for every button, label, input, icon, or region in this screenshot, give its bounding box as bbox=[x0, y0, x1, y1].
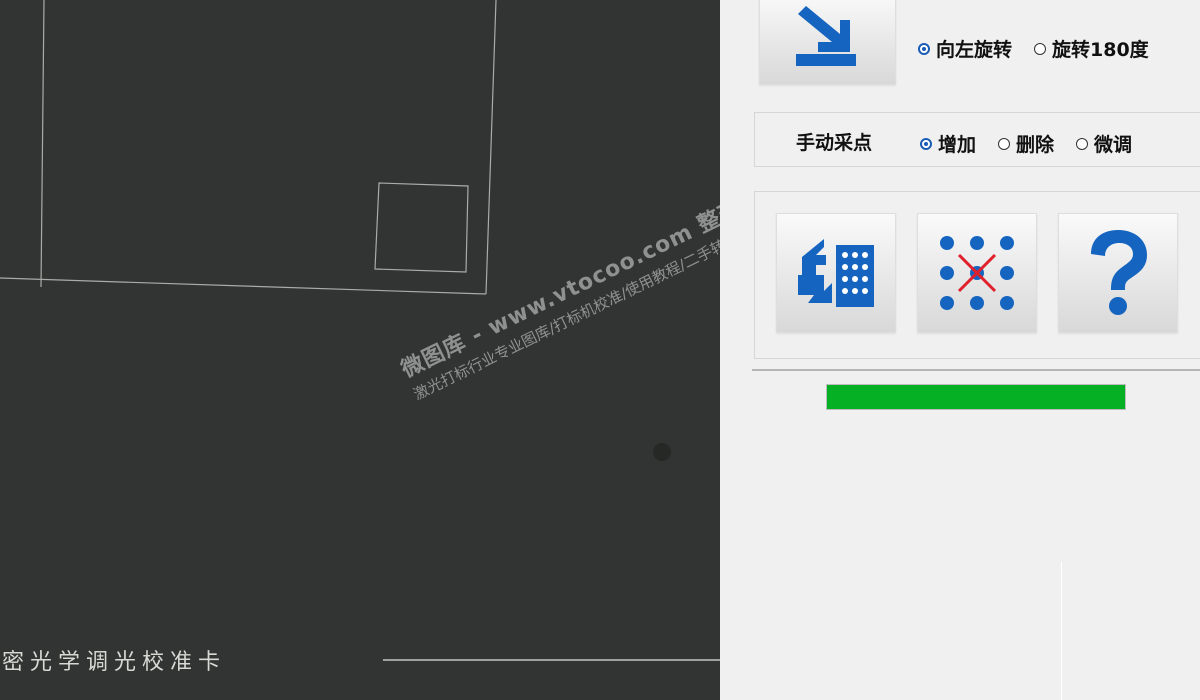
radio-fine-tune[interactable]: 微调 bbox=[1076, 130, 1132, 157]
help-button[interactable] bbox=[1058, 213, 1178, 333]
radio-rotate-180[interactable]: 旋转180度 bbox=[1034, 35, 1149, 62]
radio-label: 旋转180度 bbox=[1052, 39, 1149, 61]
radio-label: 微调 bbox=[1094, 134, 1133, 156]
manual-point-options: 增加 删除 微调 bbox=[920, 130, 1154, 157]
radio-delete[interactable]: 删除 bbox=[998, 130, 1054, 157]
scan-linework bbox=[0, 0, 720, 661]
dot-grid-button[interactable] bbox=[917, 213, 1037, 333]
progress-bar bbox=[826, 384, 1126, 410]
rotation-options: 向左旋转 旋转180度 bbox=[918, 35, 1171, 62]
help-question-icon bbox=[1091, 230, 1147, 315]
panel-divider bbox=[752, 369, 1200, 371]
rotate-grid-button[interactable] bbox=[776, 213, 896, 333]
radio-add[interactable]: 增加 bbox=[920, 130, 976, 157]
scan-image-area: 密光学调光校准卡 微图库 - www.vtocoo.com 整理分享 激光打标行… bbox=[0, 0, 720, 700]
control-panel: 向左旋转 旋转180度 手动采点 增加 删除 微调 bbox=[720, 0, 1200, 700]
panel-separator-line bbox=[1061, 562, 1062, 700]
radio-rotate-left[interactable]: 向左旋转 bbox=[918, 35, 1012, 62]
rotate-arrow-grid-icon bbox=[798, 239, 874, 307]
radio-indicator-selected bbox=[918, 42, 930, 55]
progress-bar-fill bbox=[827, 385, 1125, 409]
radio-indicator bbox=[1034, 42, 1047, 55]
radio-indicator bbox=[998, 137, 1011, 150]
radio-indicator bbox=[1076, 137, 1089, 150]
rotate-import-button[interactable] bbox=[759, 0, 896, 85]
scan-caption-text: 密光学调光校准卡 bbox=[2, 650, 227, 675]
arrow-down-right-icon bbox=[795, 5, 856, 66]
radio-label: 删除 bbox=[1016, 134, 1055, 156]
manual-point-label: 手动采点 bbox=[796, 132, 873, 154]
radio-label: 向左旋转 bbox=[936, 39, 1013, 61]
radio-label: 增加 bbox=[938, 134, 977, 156]
dot-grid-cross-icon bbox=[940, 236, 1014, 310]
radio-indicator-selected bbox=[920, 137, 932, 150]
